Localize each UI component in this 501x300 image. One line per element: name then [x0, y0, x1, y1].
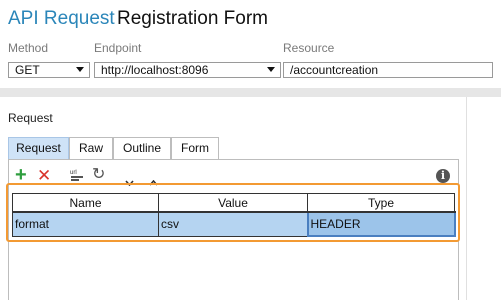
resource-value: /accountcreation [290, 63, 379, 77]
method-value: GET [15, 63, 40, 77]
column-header-value[interactable]: Value [158, 193, 308, 213]
chevron-down-icon[interactable] [125, 173, 134, 187]
column-header-name[interactable]: Name [12, 193, 159, 213]
method-select[interactable]: GET [8, 62, 90, 78]
cell-value[interactable]: csv [158, 211, 308, 237]
tab-request[interactable]: Request [8, 137, 69, 159]
app-title: API Request [8, 8, 115, 29]
info-icon[interactable]: i [436, 169, 450, 183]
page-title: Registration Form [117, 8, 268, 29]
svg-text:url: url [70, 170, 77, 176]
table-row[interactable]: format csv HEADER [12, 211, 456, 237]
chevron-down-icon[interactable] [267, 67, 275, 72]
cell-name[interactable]: format [12, 211, 159, 237]
chevron-down-icon[interactable] [76, 67, 84, 72]
delete-x-icon[interactable]: ✕ [37, 167, 51, 184]
refresh-icon[interactable]: ↻ [92, 167, 105, 183]
endpoint-select[interactable]: http://localhost:8096 [94, 62, 281, 78]
pane-splitter[interactable] [466, 97, 467, 300]
tab-form[interactable]: Form [171, 137, 219, 159]
section-divider [0, 88, 501, 97]
endpoint-label: Endpoint [94, 41, 142, 55]
cell-type[interactable]: HEADER [306, 211, 456, 237]
method-label: Method [8, 41, 49, 55]
tab-raw[interactable]: Raw [69, 137, 113, 159]
tab-outline[interactable]: Outline [113, 137, 171, 159]
resource-input[interactable]: /accountcreation [283, 62, 493, 78]
chevron-up-icon[interactable] [149, 173, 158, 186]
request-section-label: Request [8, 111, 53, 125]
plus-icon[interactable]: + [15, 165, 27, 185]
resource-label: Resource [283, 41, 335, 55]
endpoint-value: http://localhost:8096 [101, 63, 209, 77]
parameters-table: Name Value Type format csv HEADER [12, 193, 456, 237]
url-param-icon[interactable]: url [70, 168, 84, 182]
column-header-type[interactable]: Type [307, 193, 455, 213]
